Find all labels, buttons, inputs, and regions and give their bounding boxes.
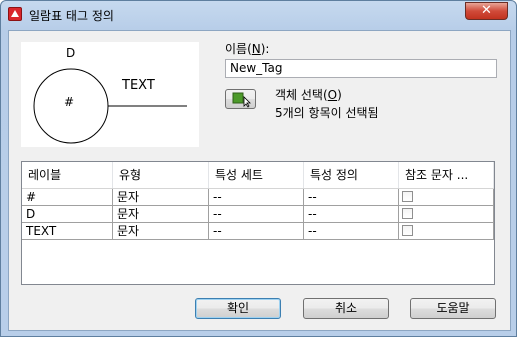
column-header-property-set[interactable]: 특성 세트 — [209, 162, 304, 188]
cell-property-definition[interactable]: -- — [304, 223, 399, 240]
name-input[interactable]: New_Tag — [225, 59, 497, 78]
cell-reference-text[interactable] — [399, 189, 494, 206]
title-bar[interactable]: 일람표 태그 정의 ✕ — [1, 1, 516, 29]
select-objects-label: 객체 선택(O) — [275, 88, 342, 102]
cell-reference-text[interactable] — [399, 223, 494, 240]
cancel-button[interactable]: 취소 — [303, 298, 389, 319]
column-header-property-definition[interactable]: 특성 정의 — [304, 162, 399, 188]
cell-property-set[interactable]: -- — [209, 189, 304, 206]
select-objects-icon — [232, 92, 251, 108]
cell-property-set[interactable]: -- — [209, 206, 304, 223]
help-button[interactable]: 도움말 — [410, 298, 496, 319]
table-row[interactable]: D 문자 -- -- — [22, 206, 494, 223]
autocad-app-icon — [8, 7, 22, 21]
dialog-title: 일람표 태그 정의 — [29, 9, 114, 23]
column-header-label[interactable]: 레이블 — [22, 162, 113, 188]
cell-type[interactable]: 문자 — [113, 223, 209, 240]
ok-button[interactable]: 확인 — [195, 298, 281, 319]
cell-type[interactable]: 문자 — [113, 206, 209, 223]
name-label: 이름(N): — [225, 42, 270, 56]
preview-label-text: TEXT — [121, 78, 155, 93]
table-row[interactable]: # 문자 -- -- — [22, 189, 494, 206]
cell-label[interactable]: D — [22, 206, 113, 223]
table-row[interactable]: TEXT 문자 -- -- — [22, 223, 494, 240]
dialog-window: 일람표 태그 정의 ✕ D TEXT # 이름(N): New_Tag 객체 선… — [0, 0, 517, 337]
column-header-reference-text[interactable]: 참조 문자 ... — [399, 162, 494, 188]
cell-property-set[interactable]: -- — [209, 223, 304, 240]
preview-label-hash: # — [64, 95, 74, 109]
selection-status: 5개의 항목이 선택됨 — [275, 106, 379, 120]
close-button[interactable]: ✕ — [465, 2, 508, 20]
cell-type[interactable]: 문자 — [113, 189, 209, 206]
reference-text-checkbox[interactable] — [402, 225, 413, 236]
cell-label[interactable]: TEXT — [22, 223, 113, 240]
reference-text-checkbox[interactable] — [402, 208, 413, 219]
tag-definition-grid[interactable]: 레이블 유형 특성 세트 특성 정의 참조 문자 ... # 문자 -- -- … — [21, 161, 495, 285]
cell-property-definition[interactable]: -- — [304, 189, 399, 206]
grid-header: 레이블 유형 특성 세트 특성 정의 참조 문자 ... — [22, 162, 494, 189]
cell-property-definition[interactable]: -- — [304, 206, 399, 223]
cell-label[interactable]: # — [22, 189, 113, 206]
preview-label-d: D — [66, 46, 75, 60]
column-header-type[interactable]: 유형 — [113, 162, 209, 188]
tag-preview: D TEXT # — [21, 42, 199, 147]
reference-text-checkbox[interactable] — [402, 191, 413, 202]
preview-drawing: D TEXT # — [33, 46, 187, 144]
select-objects-button[interactable] — [225, 89, 256, 109]
dialog-client-area: D TEXT # 이름(N): New_Tag 객체 선택(O) 5개의 항목이… — [8, 30, 511, 331]
cell-reference-text[interactable] — [399, 206, 494, 223]
